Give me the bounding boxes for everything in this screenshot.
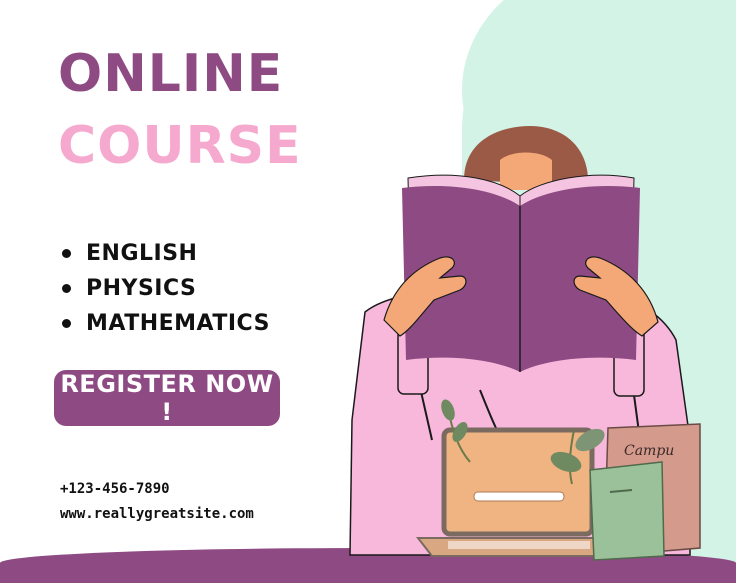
book-label: Campu bbox=[624, 443, 674, 459]
course-poster: ONLINE COURSE ENGLISH PHYSICS MATHEMATIC… bbox=[0, 0, 736, 583]
laptop-keyboard bbox=[448, 541, 590, 549]
student-reading-illustration: Campu bbox=[349, 126, 701, 561]
laptop-screen bbox=[441, 427, 595, 537]
book-green bbox=[589, 461, 665, 561]
laptop-search-bar bbox=[473, 491, 565, 502]
